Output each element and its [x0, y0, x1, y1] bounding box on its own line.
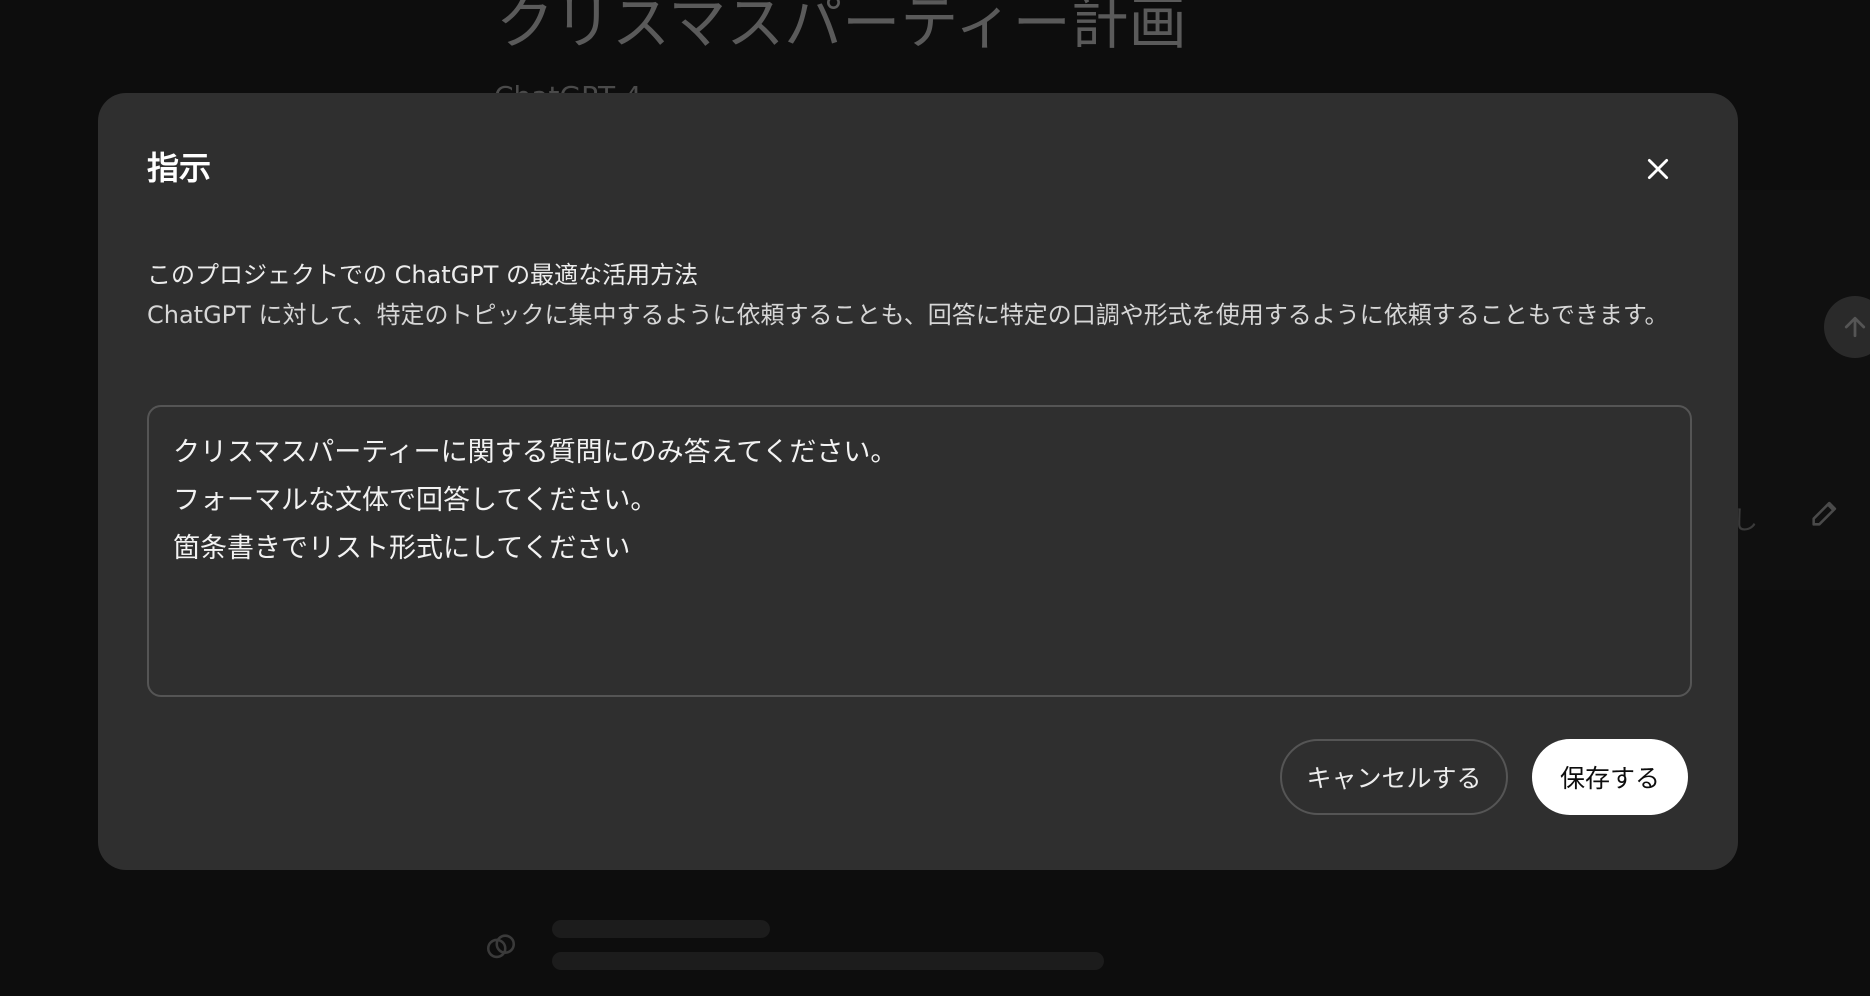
- instruction-line: クリスマスパーティーに関する質問にのみ答えてください。: [173, 437, 898, 468]
- conversation-skeleton-line: [552, 952, 1104, 970]
- instruction-line: 箇条書きでリスト形式にしてください: [173, 533, 631, 564]
- cancel-button[interactable]: キャンセルする: [1280, 739, 1508, 815]
- arrow-up-icon: [1844, 316, 1866, 338]
- description-body: ChatGPT に対して、特定のトピックに集中するように依頼することも、回答に特…: [147, 301, 1669, 329]
- close-button[interactable]: [1638, 149, 1678, 189]
- edit-button: [1808, 496, 1842, 534]
- description-heading: このプロジェクトでの ChatGPT の最適な活用方法: [147, 261, 699, 289]
- pencil-icon: [1812, 501, 1837, 526]
- modal-title: 指示: [147, 149, 212, 187]
- project-title: クリスマスパーティー計画: [496, 0, 1187, 57]
- close-icon: [1647, 158, 1669, 180]
- instructions-modal: 指示 このプロジェクトでの ChatGPT の最適な活用方法 ChatGPT に…: [98, 93, 1738, 870]
- instruction-line: フォーマルな文体で回答してください。: [173, 485, 658, 516]
- save-button[interactable]: 保存する: [1532, 739, 1688, 815]
- conversation-skeleton-line: [552, 920, 770, 938]
- chat-bubble-icon: [486, 934, 516, 959]
- instructions-textarea[interactable]: クリスマスパーティーに関する質問にのみ答えてください。 フォーマルな文体で回答し…: [147, 405, 1692, 697]
- conversation-item-icon: [484, 930, 518, 968]
